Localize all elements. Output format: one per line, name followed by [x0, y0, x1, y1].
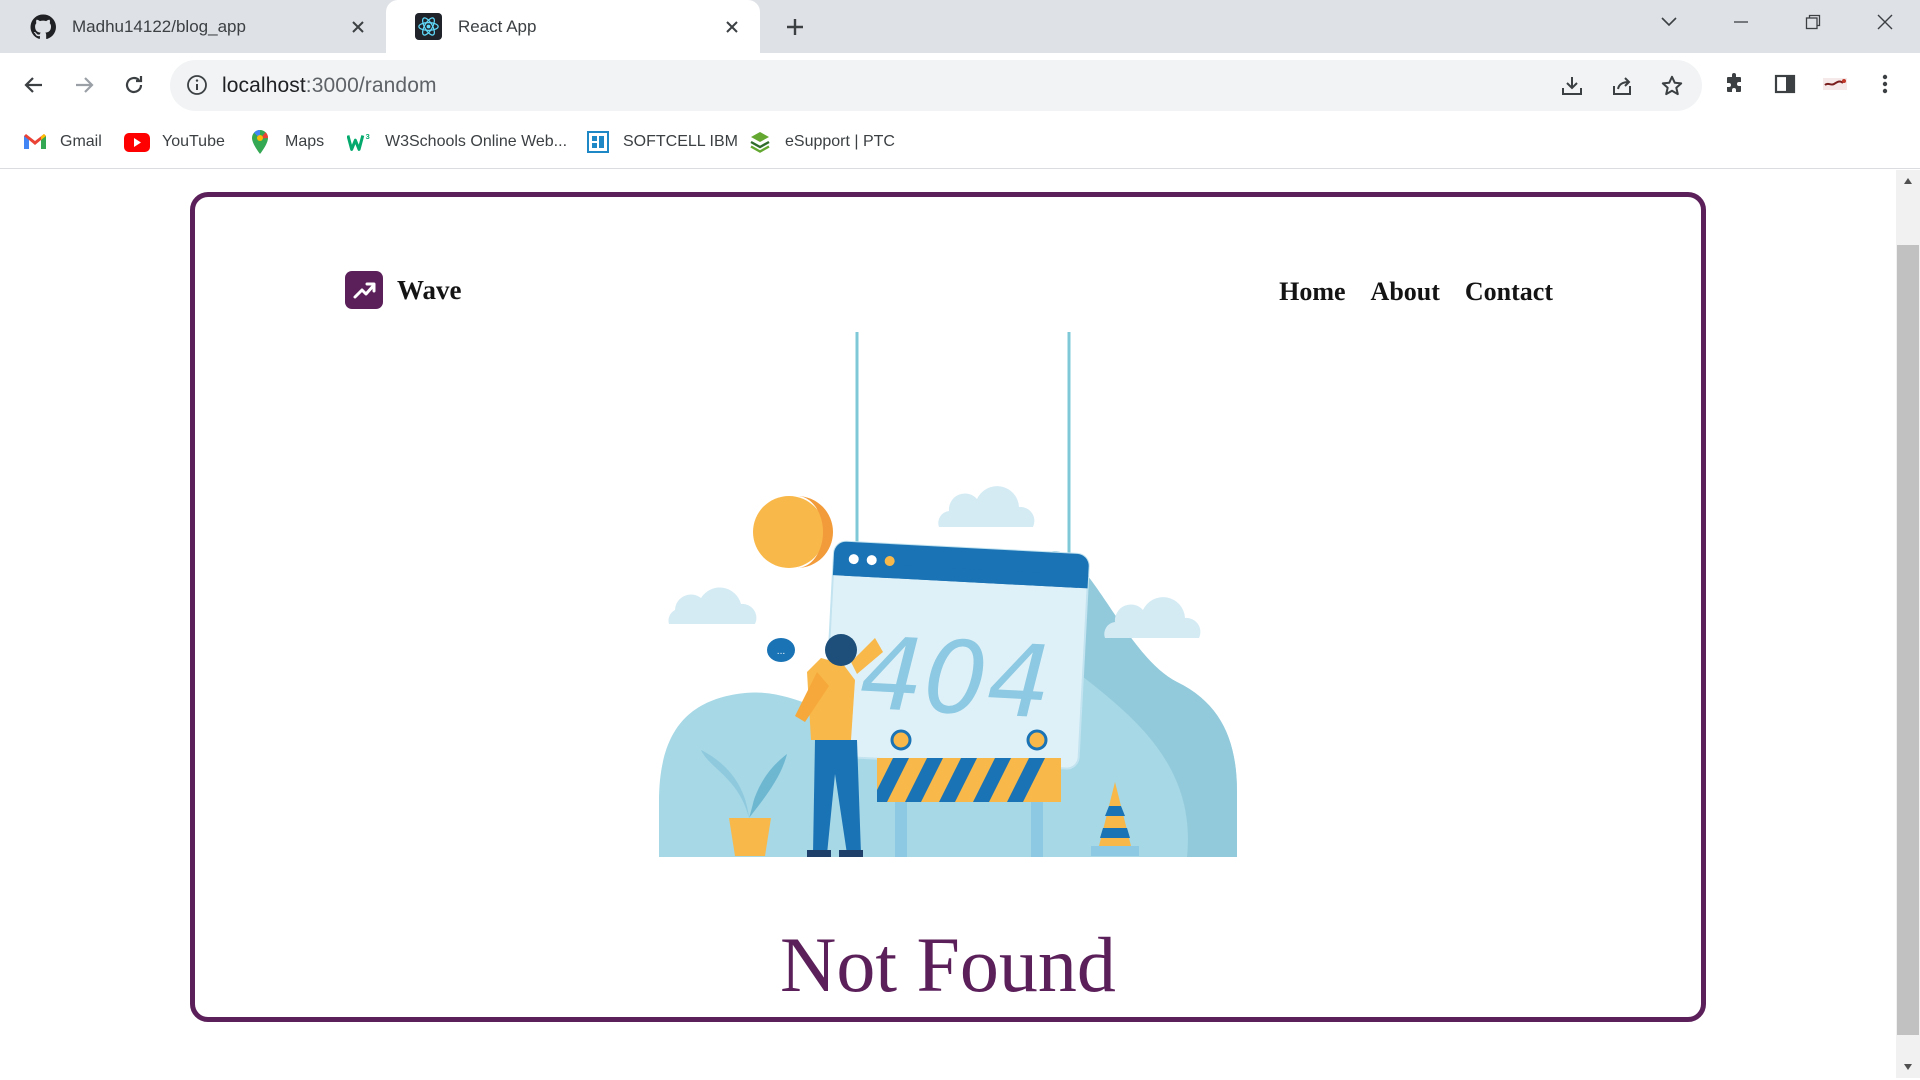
bookmark-w3schools[interactable]: 3 W3Schools Online Web...: [347, 127, 567, 157]
bookmark-maps[interactable]: Maps: [247, 127, 324, 157]
nav-link-contact[interactable]: Contact: [1465, 277, 1553, 307]
share-icon[interactable]: [1607, 71, 1637, 101]
bookmark-label: YouTube: [162, 133, 225, 150]
nav-link-home[interactable]: Home: [1279, 277, 1345, 307]
menu-kebab-icon[interactable]: [1868, 67, 1902, 101]
speech-bubble-text: ...: [777, 647, 786, 657]
bookmark-ptc[interactable]: eSupport | PTC: [747, 127, 895, 157]
restore-icon[interactable]: [1782, 0, 1844, 44]
page-scrollbar[interactable]: [1896, 170, 1920, 1078]
softcell-icon: [585, 129, 611, 155]
scroll-up-icon[interactable]: [1896, 170, 1920, 192]
site-logo[interactable]: Wave: [345, 271, 462, 309]
url-host: localhost: [222, 74, 306, 97]
tab-react-app[interactable]: React App: [386, 0, 760, 53]
trend-up-icon: [345, 271, 383, 309]
404-text: 404: [857, 615, 1054, 742]
scroll-thumb[interactable]: [1897, 245, 1919, 1035]
browser-toolbar: localhost:3000/random: [0, 53, 1920, 117]
new-tab-icon[interactable]: [778, 10, 812, 44]
404-illustration: 404 ...: [659, 332, 1237, 857]
tab-search-icon[interactable]: [1638, 0, 1700, 44]
bookmark-label: W3Schools Online Web...: [385, 133, 568, 150]
bookmark-label: Maps: [285, 133, 325, 150]
bookmark-youtube[interactable]: YouTube: [124, 127, 225, 157]
gmail-icon: [22, 129, 48, 155]
close-tab-icon[interactable]: [716, 11, 748, 43]
brand-name: Wave: [397, 274, 462, 305]
maps-icon: [247, 129, 273, 155]
bookmark-gmail[interactable]: Gmail: [22, 127, 102, 157]
address-bar[interactable]: localhost:3000/random: [170, 60, 1702, 111]
reload-icon[interactable]: [112, 63, 156, 107]
bookmark-label: SOFTCELL IBM: [623, 133, 738, 150]
tab-title: Madhu14122/blog_app: [72, 16, 246, 36]
bookmarks-bar: Gmail YouTube Maps 3 W3Schools Online We…: [0, 117, 1920, 169]
site-nav: Home About Contact: [1279, 277, 1553, 307]
sun-shape: [753, 496, 825, 568]
url-path: :3000/random: [305, 74, 437, 97]
tab-title: React App: [458, 16, 537, 36]
youtube-icon: [124, 129, 150, 155]
forward-icon[interactable]: [62, 63, 106, 107]
site-info-icon[interactable]: [184, 72, 210, 98]
page-viewport: Wave Home About Contact 404 ... Not Foun…: [0, 170, 1896, 1078]
nav-link-about[interactable]: About: [1371, 277, 1440, 307]
bookmark-star-icon[interactable]: [1657, 71, 1687, 101]
bookmark-label: Gmail: [60, 133, 102, 150]
back-icon[interactable]: [12, 63, 56, 107]
tab-github[interactable]: Madhu14122/blog_app: [0, 0, 386, 53]
install-app-icon[interactable]: [1557, 71, 1587, 101]
minimize-icon[interactable]: [1710, 0, 1772, 44]
profile-avatar[interactable]: [1818, 67, 1852, 101]
page-card: Wave Home About Contact 404 ... Not Foun…: [190, 192, 1706, 1022]
side-panel-icon[interactable]: [1768, 67, 1802, 101]
not-found-heading: Not Found: [780, 921, 1116, 1008]
scroll-down-icon[interactable]: [1896, 1056, 1920, 1078]
close-tab-icon[interactable]: [342, 11, 374, 43]
extensions-icon[interactable]: [1718, 67, 1752, 101]
w3schools-icon: 3: [347, 129, 373, 155]
bookmark-softcell[interactable]: SOFTCELL IBM: [585, 127, 738, 157]
react-icon: [415, 13, 442, 40]
url-text[interactable]: localhost:3000/random: [222, 60, 437, 111]
svg-text:3: 3: [366, 132, 370, 141]
close-window-icon[interactable]: [1854, 0, 1916, 44]
tab-strip: Madhu14122/blog_app React App: [0, 0, 1920, 53]
github-icon: [29, 13, 56, 40]
ptc-icon: [747, 129, 773, 155]
bookmark-label: eSupport | PTC: [785, 133, 895, 150]
